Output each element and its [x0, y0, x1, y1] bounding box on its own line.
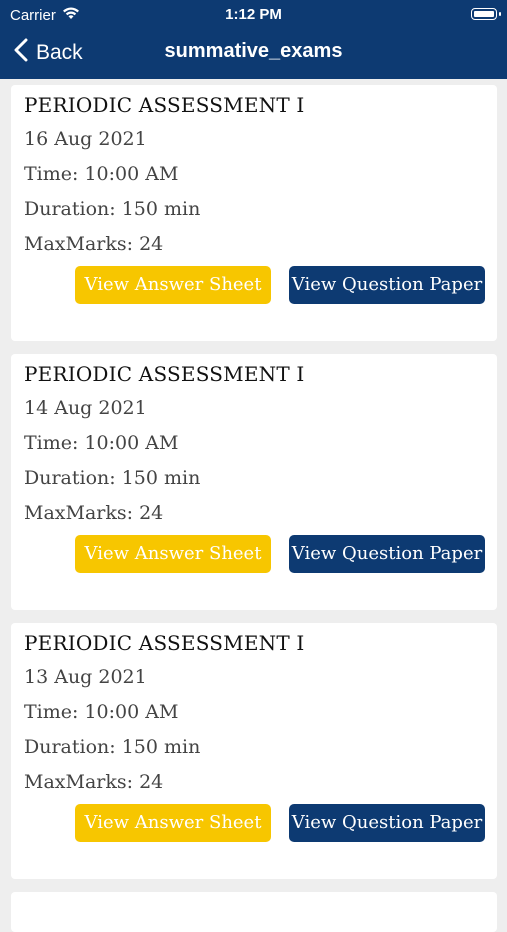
navigation-bar: Back summative_exams	[0, 28, 507, 79]
exam-title: PERIODIC ASSESSMENT I	[24, 93, 305, 117]
exam-card: PERIODIC ASSESSMENT I 16 Aug 2021 Time: …	[11, 85, 497, 341]
exam-date: 14 Aug 2021	[24, 397, 147, 419]
battery-icon	[471, 8, 501, 20]
exam-duration: Duration: 150 min	[24, 198, 201, 220]
exam-max-marks: MaxMarks: 24	[24, 502, 164, 524]
exam-duration: Duration: 150 min	[24, 467, 201, 489]
exam-max-marks: MaxMarks: 24	[24, 233, 164, 255]
exam-time: Time: 10:00 AM	[24, 701, 179, 723]
exam-date: 16 Aug 2021	[24, 128, 147, 150]
exam-card: PERIODIC ASSESSMENT I 14 Aug 2021 Time: …	[11, 354, 497, 610]
exam-title: PERIODIC ASSESSMENT I	[24, 631, 305, 655]
exam-duration: Duration: 150 min	[24, 736, 201, 758]
view-answer-sheet-button[interactable]: View Answer Sheet	[75, 535, 271, 573]
exam-card-partial	[11, 892, 497, 932]
exam-card: PERIODIC ASSESSMENT I 13 Aug 2021 Time: …	[11, 623, 497, 879]
view-answer-sheet-button[interactable]: View Answer Sheet	[75, 266, 271, 304]
exam-max-marks: MaxMarks: 24	[24, 771, 164, 793]
exam-date: 13 Aug 2021	[24, 666, 147, 688]
page-title: summative_exams	[164, 40, 343, 62]
status-bar: Carrier 1:12 PM	[0, 0, 507, 28]
view-question-paper-button[interactable]: View Question Paper	[289, 804, 485, 842]
view-question-paper-button[interactable]: View Question Paper	[289, 266, 485, 304]
exam-time: Time: 10:00 AM	[24, 163, 179, 185]
exam-title: PERIODIC ASSESSMENT I	[24, 362, 305, 386]
exam-time: Time: 10:00 AM	[24, 432, 179, 454]
status-time: 1:12 PM	[225, 6, 282, 23]
top-bar: Carrier 1:12 PM Back summative_exams	[0, 0, 507, 79]
view-answer-sheet-button[interactable]: View Answer Sheet	[75, 804, 271, 842]
view-question-paper-button[interactable]: View Question Paper	[289, 535, 485, 573]
